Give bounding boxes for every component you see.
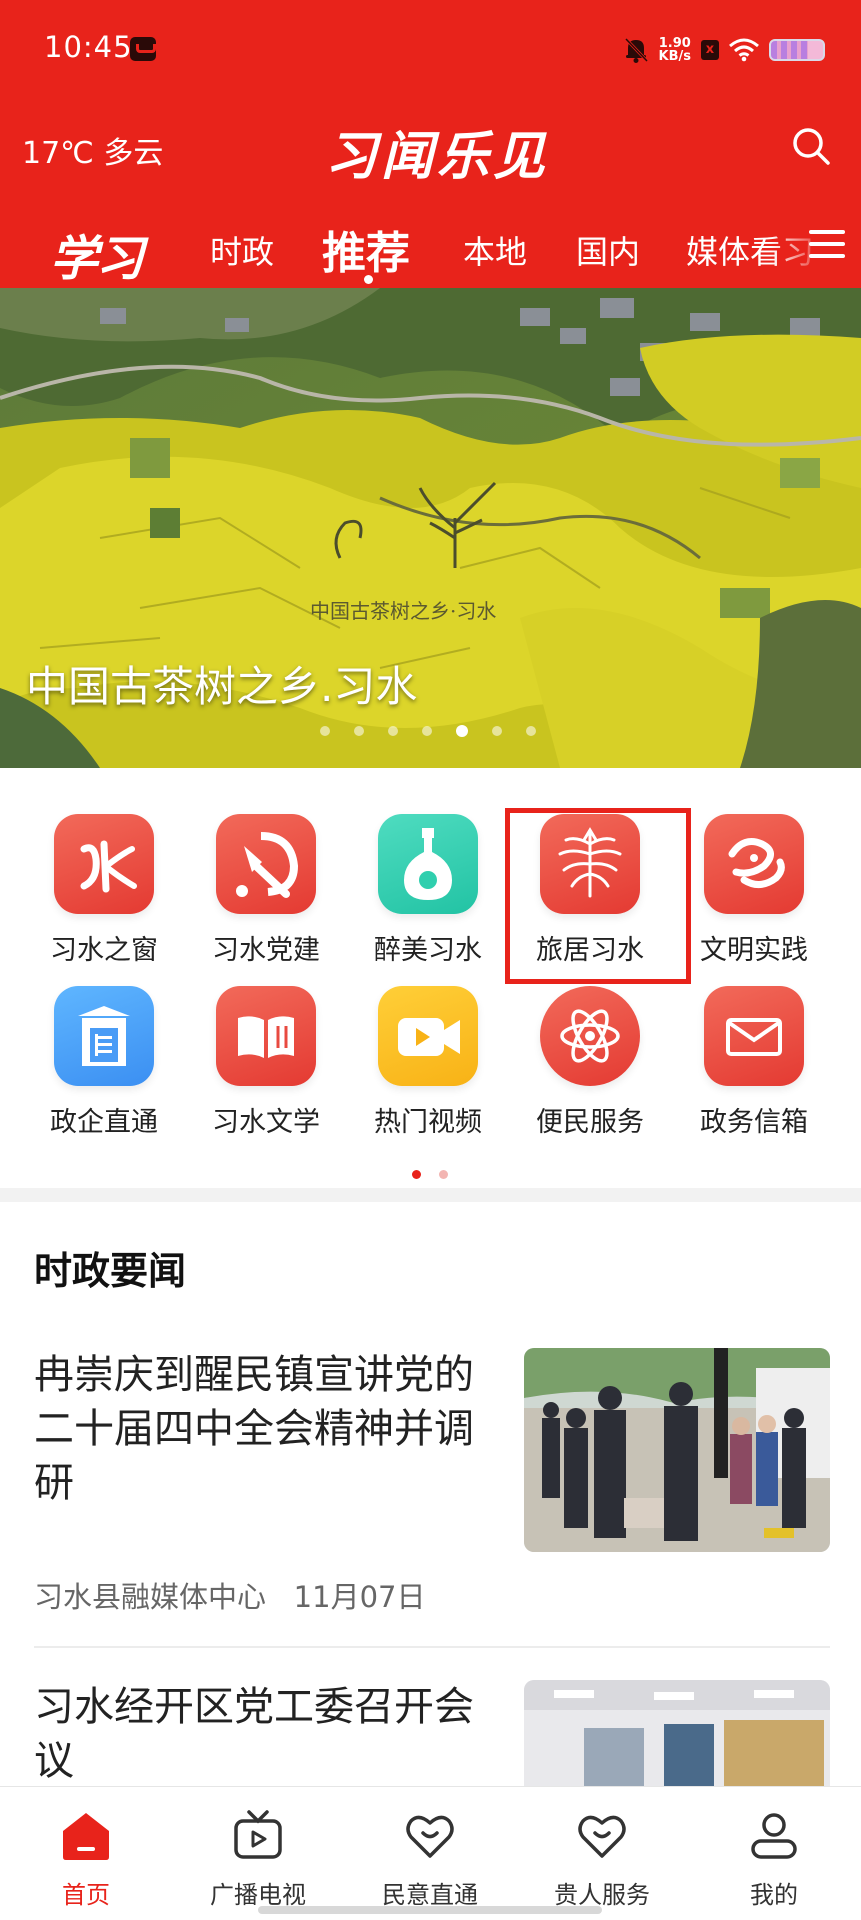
wifi-icon xyxy=(729,38,759,62)
banner-dot xyxy=(422,726,432,736)
banner-pagination xyxy=(320,725,536,737)
news-thumbnail xyxy=(524,1348,830,1552)
nav-home[interactable]: 首页 xyxy=(0,1809,172,1910)
news-item[interactable]: 习水经开区党工委召开会议 xyxy=(34,1680,830,1884)
highlight-box xyxy=(505,808,691,984)
envelope-icon xyxy=(704,986,804,1086)
home-icon xyxy=(63,1813,109,1860)
active-tab-indicator xyxy=(364,275,373,284)
channel-tabs: 学习 时政 推荐 本地 国内 媒体看习 xyxy=(0,215,861,288)
banner-dot xyxy=(354,726,364,736)
network-speed: 1.90 KB/s xyxy=(659,37,691,63)
tab-bendi[interactable]: 本地 xyxy=(463,227,527,273)
tab-guonei[interactable]: 国内 xyxy=(576,227,640,273)
tv-icon xyxy=(234,1810,282,1859)
service-party-building[interactable]: 习水党建 xyxy=(196,814,336,967)
bottom-nav: 首页 广播电视 民意直通 贵人服务 我的 xyxy=(0,1786,861,1920)
grid-page-dot-active xyxy=(412,1170,421,1179)
tab-shizheng[interactable]: 时政 xyxy=(210,227,274,273)
banner-watermark: 中国古茶树之乡·习水 xyxy=(310,599,496,623)
battery-icon xyxy=(769,39,825,61)
service-label: 政企直通 xyxy=(50,1107,158,1138)
xuexi-logo[interactable]: 学习 xyxy=(50,219,144,289)
service-label: 便民服务 xyxy=(536,1107,644,1138)
service-beautiful-xishui[interactable]: 醉美习水 xyxy=(358,814,498,967)
news-meta: 习水县融媒体中心 11月07日 xyxy=(34,1574,425,1616)
notification-message-icon xyxy=(130,37,156,61)
nav-label: 贵人服务 xyxy=(554,1881,650,1909)
featured-banner[interactable]: 中国古茶树之乡·习水 中国古茶树之乡.习水 xyxy=(0,288,861,768)
app-header: 10:45 1.90 KB/s x 17℃ 多云 习闻乐见 学习 时政 推荐 本… xyxy=(0,0,861,288)
service-label: 习水文学 xyxy=(212,1107,320,1138)
book-icon xyxy=(216,986,316,1086)
grid-pagination xyxy=(412,1170,448,1179)
heart-icon xyxy=(578,1815,626,1858)
video-camera-icon xyxy=(378,986,478,1086)
heart-swirl-icon xyxy=(704,814,804,914)
section-divider xyxy=(0,1188,861,1202)
hammer-sickle-icon xyxy=(216,814,316,914)
news-divider xyxy=(34,1646,830,1648)
nav-vip-service[interactable]: 贵人服务 xyxy=(516,1809,688,1910)
home-indicator[interactable] xyxy=(258,1906,602,1914)
service-xishui-window[interactable]: 习水之窗 xyxy=(34,814,174,967)
banner-dot xyxy=(492,726,502,736)
network-speed-unit: KB/s xyxy=(658,49,691,64)
service-label: 习水党建 xyxy=(212,935,320,966)
banner-dot xyxy=(526,726,536,736)
nav-label: 民意直通 xyxy=(382,1881,478,1909)
user-icon xyxy=(751,1813,797,1859)
status-time: 10:45 xyxy=(44,30,133,64)
app-logo: 习闻乐见 xyxy=(325,126,550,187)
news-title: 冉崇庆到醒民镇宣讲党的二十届四中全会精神并调研 xyxy=(34,1352,474,1506)
status-bar: 10:45 1.90 KB/s x xyxy=(0,0,861,100)
search-icon[interactable] xyxy=(791,126,831,166)
tab-tuijian[interactable]: 推荐 xyxy=(322,217,410,281)
service-grid: 习水之窗 习水党建 醉美习水 旅居习水 文明实践 政企直通 习水文学 热门视频 … xyxy=(0,768,861,1188)
nav-label: 我的 xyxy=(750,1881,798,1909)
nav-label: 首页 xyxy=(62,1881,110,1909)
service-label: 热门视频 xyxy=(374,1107,482,1138)
service-label: 习水之窗 xyxy=(50,935,158,966)
service-civilization-practice[interactable]: 文明实践 xyxy=(684,814,824,967)
banner-dot-active xyxy=(456,725,468,737)
banner-dot xyxy=(388,726,398,736)
building-icon xyxy=(54,986,154,1086)
nav-public-opinion[interactable]: 民意直通 xyxy=(344,1809,516,1910)
nav-profile[interactable]: 我的 xyxy=(688,1809,860,1910)
service-label: 醉美习水 xyxy=(374,935,482,966)
news-date: 11月07日 xyxy=(293,1580,426,1614)
sim-card-icon: x xyxy=(701,40,719,60)
service-gov-mailbox[interactable]: 政务信箱 xyxy=(684,986,824,1139)
news-source: 习水县融媒体中心 xyxy=(34,1580,267,1614)
liquor-bottle-icon xyxy=(378,814,478,914)
service-hot-videos[interactable]: 热门视频 xyxy=(358,986,498,1139)
menu-icon[interactable] xyxy=(807,227,847,261)
service-label: 文明实践 xyxy=(700,935,808,966)
atom-icon xyxy=(540,986,640,1086)
service-label: 政务信箱 xyxy=(700,1107,808,1138)
calligraphy-icon xyxy=(54,814,154,914)
heart-icon xyxy=(406,1815,454,1858)
service-gov-enterprise[interactable]: 政企直通 xyxy=(34,986,174,1139)
grid-page-dot xyxy=(439,1170,448,1179)
service-convenience[interactable]: 便民服务 xyxy=(520,986,660,1139)
nav-label: 广播电视 xyxy=(210,1881,306,1909)
section-title: 时政要闻 xyxy=(34,1249,187,1293)
status-indicators: 1.90 KB/s x xyxy=(623,32,825,68)
news-item[interactable]: 冉崇庆到醒民镇宣讲党的二十届四中全会精神并调研 习水县融媒体中心 11月07日 xyxy=(34,1348,830,1638)
bell-off-icon xyxy=(624,37,648,63)
nav-broadcast-tv[interactable]: 广播电视 xyxy=(172,1809,344,1910)
weather-info[interactable]: 17℃ 多云 xyxy=(22,128,163,172)
service-literature[interactable]: 习水文学 xyxy=(196,986,336,1139)
news-title: 习水经开区党工委召开会议 xyxy=(34,1684,474,1784)
banner-caption: 中国古茶树之乡.习水 xyxy=(26,662,418,711)
banner-dot xyxy=(320,726,330,736)
